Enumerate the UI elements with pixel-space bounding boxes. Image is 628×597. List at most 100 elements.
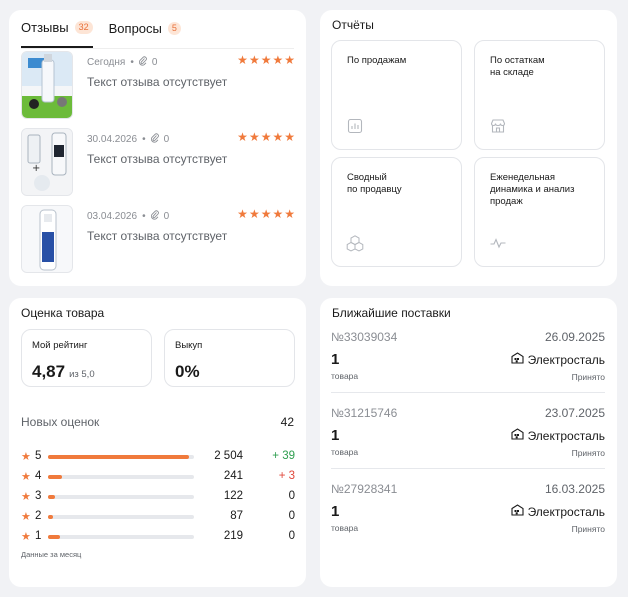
buyout-box: Выкуп 0% (164, 329, 295, 387)
star-icon: ★ (248, 207, 260, 221)
rating-row-5: ★ 5 2 504 + 39 (21, 449, 295, 465)
warehouse-icon (511, 428, 524, 443)
warehouse-icon (511, 504, 524, 519)
rating-row-1: ★ 1 219 0 (21, 529, 295, 545)
rating-bar-fill (48, 515, 53, 519)
product-thumbnail[interactable] (21, 205, 73, 273)
rating-stars: 2 (35, 510, 42, 522)
rating-footnote: Данные за месяц (21, 550, 82, 559)
report-summary[interactable]: Сводный по продавцу (331, 157, 462, 267)
supply-status: Принято (571, 448, 605, 458)
supply-warehouse: Электросталь (511, 428, 605, 443)
rating-bar (48, 515, 194, 519)
review-item[interactable]: Сегодня • 0 ★ ★ ★ ★ ★ Текст отзыва отсутству… (21, 51, 295, 119)
attachments-count: 0 (163, 134, 170, 145)
product-thumbnail[interactable] (21, 51, 73, 119)
star-icon: ★ (272, 207, 284, 221)
supply-date: 23.07.2025 (544, 406, 605, 420)
supply-unit: товара (331, 523, 359, 533)
rating-delta: 0 (288, 510, 295, 522)
rating-stars: 4 (35, 470, 42, 482)
star-icon: ★ (21, 491, 31, 503)
supply-date: 26.09.2025 (544, 330, 605, 344)
supply-warehouse: Электросталь (511, 352, 605, 367)
new-ratings-label: Новых оценок (21, 415, 100, 429)
supply-unit: товара (331, 371, 359, 381)
tab-questions-label: Вопросы (108, 20, 162, 36)
review-stars: ★ ★ ★ ★ ★ (237, 54, 295, 66)
rating-bar (48, 455, 194, 459)
reports-title: Отчёты (332, 18, 374, 32)
review-stars: ★ ★ ★ ★ ★ (237, 208, 295, 220)
review-text: Текст отзыва отсутствует (87, 152, 228, 166)
chart-icon (346, 117, 364, 135)
tab-reviews-label: Отзывы (21, 19, 69, 35)
warehouse-icon (511, 352, 524, 367)
star-icon: ★ (237, 130, 248, 144)
rating-count: 219 (223, 530, 243, 542)
attachments-count: 0 (151, 57, 158, 68)
report-sales[interactable]: По продажам (331, 40, 462, 150)
supply-number: №27928341 (331, 482, 398, 496)
tab-questions-count: 5 (167, 21, 181, 35)
rating-delta: 0 (288, 490, 295, 502)
star-icon: ★ (272, 53, 284, 67)
rating-bar (48, 475, 194, 479)
star-icon: ★ (21, 471, 31, 483)
boxes-icon (346, 234, 364, 252)
star-icon: ★ (260, 53, 272, 67)
rating-bar-fill (48, 455, 189, 459)
review-date: 30.04.2026 (87, 134, 138, 145)
supply-quantity: 1 (331, 427, 340, 444)
warehouse-name: Электросталь (527, 428, 605, 443)
product-thumbnail[interactable]: + (21, 128, 73, 196)
my-rating-scale: из 5,0 (69, 369, 95, 380)
review-text: Текст отзыва отсутствует (87, 229, 228, 243)
warehouse-name: Электросталь (527, 352, 605, 367)
rating-delta: 0 (288, 530, 295, 542)
rating-card: Оценка товара Мой рейтинг 4,87 из 5,0 Вык… (9, 298, 306, 587)
tab-reviews[interactable]: Отзывы 32 (21, 18, 93, 48)
rating-bar-fill (48, 475, 62, 479)
rating-count: 241 (223, 470, 243, 482)
divider (331, 468, 605, 469)
my-rating-value: 4,87 (32, 362, 66, 381)
tabs-divider (21, 48, 294, 49)
star-icon: ★ (284, 130, 295, 144)
star-icon: ★ (284, 207, 295, 221)
report-stock[interactable]: По остаткам на складе (474, 40, 605, 150)
supply-item[interactable]: №33039034 26.09.2025 1 товара Электроста… (331, 330, 605, 390)
rating-bar (48, 495, 194, 499)
rating-title: Оценка товара (21, 306, 105, 320)
tab-questions[interactable]: Вопросы 5 (109, 18, 181, 48)
review-item[interactable]: + 30.04.2026 • 0 ★ ★ ★ ★ ★ Текст отзыва отсу… (21, 128, 295, 196)
rating-row-2: ★ 2 87 0 (21, 509, 295, 525)
star-icon: ★ (284, 53, 295, 67)
review-meta: Сегодня • 0 (87, 56, 157, 69)
reviews-tabs: Отзывы 32 Вопросы 5 (21, 18, 181, 48)
report-label: Еженедельная динамика и анализ продаж (490, 172, 575, 207)
dot-separator: • (142, 211, 146, 222)
reviews-card: Отзывы 32 Вопросы 5 Сегодня • 0 ★ ★ ★ ★ … (9, 10, 306, 286)
star-icon: ★ (237, 53, 248, 67)
dot-separator: • (142, 134, 146, 145)
review-item[interactable]: 03.04.2026 • 0 ★ ★ ★ ★ ★ Текст отзыва отсутс… (21, 205, 295, 273)
supply-item[interactable]: №31215746 23.07.2025 1 товара Электроста… (331, 406, 605, 466)
buyout-value: 0% (175, 362, 200, 381)
report-weekly[interactable]: Еженедельная динамика и анализ продаж (474, 157, 605, 267)
supply-status: Принято (571, 524, 605, 534)
supply-quantity: 1 (331, 503, 340, 520)
star-icon: ★ (248, 53, 260, 67)
star-icon: ★ (21, 511, 31, 523)
attachments-count: 0 (163, 211, 170, 222)
supply-number: №31215746 (331, 406, 398, 420)
star-icon: ★ (21, 451, 31, 463)
star-icon: ★ (21, 531, 31, 543)
rating-row-4: ★ 4 241 + 3 (21, 469, 295, 485)
supply-date: 16.03.2025 (544, 482, 605, 496)
supply-item[interactable]: №27928341 16.03.2025 1 товара Электроста… (331, 482, 605, 542)
paperclip-icon (138, 56, 147, 69)
review-text: Текст отзыва отсутствует (87, 75, 228, 89)
tab-reviews-count: 32 (74, 20, 93, 34)
star-icon: ★ (260, 207, 272, 221)
